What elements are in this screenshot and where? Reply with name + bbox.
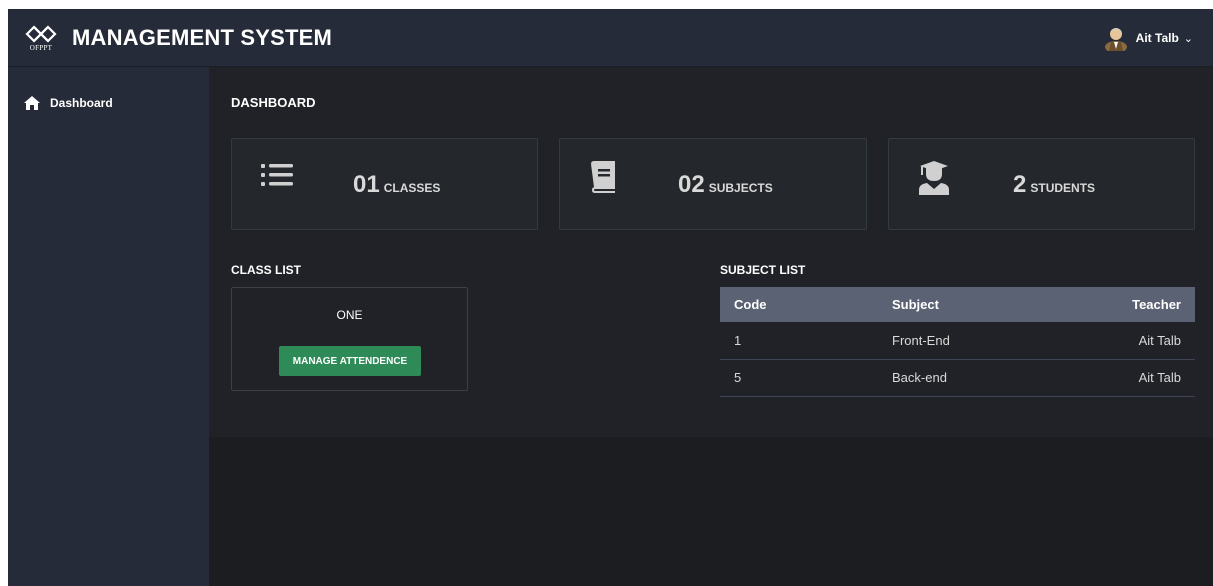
sidebar: Dashboard — [8, 67, 209, 586]
stat-unit: CLASSES — [383, 181, 441, 195]
cell-subject: Front-End — [878, 322, 1058, 360]
cell-code: 1 — [720, 322, 878, 360]
app-window: OFPPT MANAGEMENT SYSTEM Ait Talb ⌄ Dashb… — [8, 9, 1213, 586]
ofppt-logo-icon: OFPPT — [24, 21, 58, 55]
graduate-icon — [919, 161, 949, 195]
user-name: Ait Talb — [1135, 31, 1179, 45]
table-row[interactable]: 1 Front-End Ait Talb — [720, 322, 1195, 360]
class-list-title: CLASS LIST — [231, 263, 302, 277]
stat-card-classes[interactable]: 01 CLASSES — [231, 138, 538, 230]
list-icon — [261, 164, 293, 186]
user-avatar-icon — [1104, 28, 1127, 51]
stat-number: 02 — [678, 171, 705, 198]
sidebar-item-label: Dashboard — [50, 96, 113, 110]
stat-value-subjects: 02 SUBJECTS — [678, 171, 773, 199]
cell-subject: Back-end — [878, 359, 1058, 397]
main-content: DASHBOARD 01 CLASSES 02 SUBJECTS 2 STUDE… — [209, 67, 1213, 437]
stat-value-students: 2 STUDENTS — [1013, 171, 1095, 199]
stat-value-classes: 01 CLASSES — [353, 171, 440, 199]
top-bar: OFPPT MANAGEMENT SYSTEM Ait Talb ⌄ — [8, 9, 1213, 67]
stat-number: 01 — [353, 171, 380, 198]
app-title: MANAGEMENT SYSTEM — [72, 25, 333, 50]
brand[interactable]: OFPPT MANAGEMENT SYSTEM — [24, 17, 332, 59]
cell-teacher: Ait Talb — [1058, 322, 1195, 360]
stat-card-students[interactable]: 2 STUDENTS — [888, 138, 1195, 230]
sidebar-item-dashboard[interactable]: Dashboard — [24, 93, 113, 113]
stat-unit: SUBJECTS — [708, 181, 773, 195]
page-title: DASHBOARD — [231, 95, 316, 110]
column-header-subject[interactable]: Subject — [878, 287, 1058, 322]
table-header-row: Code Subject Teacher — [720, 287, 1195, 322]
subject-list-title: SUBJECT LIST — [720, 263, 806, 277]
column-header-teacher[interactable]: Teacher — [1058, 287, 1195, 322]
class-card: ONE MANAGE ATTENDENCE — [231, 287, 468, 391]
subject-table: Code Subject Teacher 1 Front-End Ait Tal… — [720, 287, 1195, 397]
home-icon — [24, 96, 40, 110]
cell-code: 5 — [720, 359, 878, 397]
chevron-down-icon: ⌄ — [1183, 32, 1193, 45]
stat-card-subjects[interactable]: 02 SUBJECTS — [559, 138, 867, 230]
logo-text: OFPPT — [29, 44, 53, 52]
class-name: ONE — [336, 308, 363, 322]
book-icon — [591, 161, 615, 193]
cell-teacher: Ait Talb — [1058, 359, 1195, 397]
user-menu[interactable]: Ait Talb ⌄ — [1104, 24, 1193, 52]
logo-mark-icon — [25, 25, 57, 43]
stat-number: 2 — [1013, 171, 1027, 198]
column-header-code[interactable]: Code — [720, 287, 878, 322]
manage-attendance-button[interactable]: MANAGE ATTENDENCE — [279, 346, 421, 376]
stat-unit: STUDENTS — [1030, 181, 1096, 195]
table-row[interactable]: 5 Back-end Ait Talb — [720, 359, 1195, 397]
